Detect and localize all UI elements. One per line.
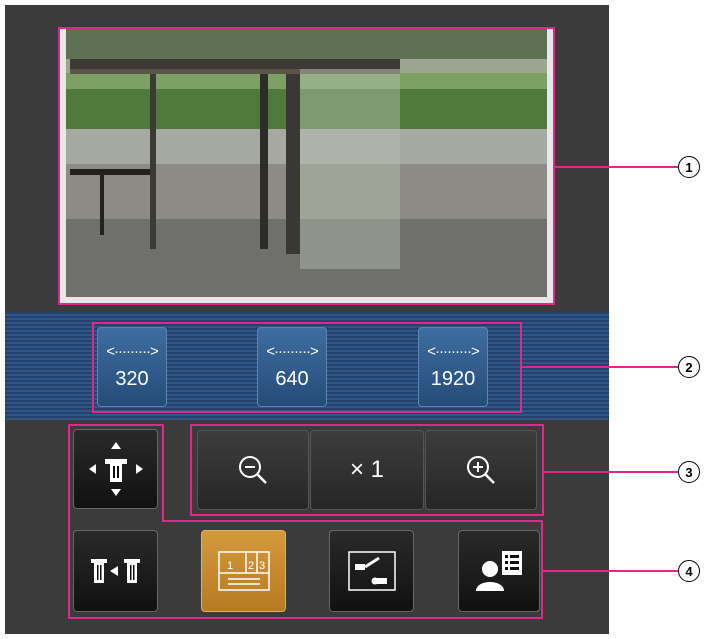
pan-tilt-control-icon xyxy=(88,442,143,496)
svg-text:1: 1 xyxy=(227,560,233,572)
width-arrow-icon: <·········> xyxy=(106,343,158,360)
callout-3: 3 xyxy=(678,461,700,483)
resolution-label: 640 xyxy=(275,368,309,390)
live-image xyxy=(58,27,555,305)
resolution-label: 1920 xyxy=(430,368,476,390)
resolution-label: 320 xyxy=(115,368,149,390)
camera-switch-button[interactable] xyxy=(73,530,158,612)
multi-screen-button[interactable]: 1 2 3 xyxy=(201,530,286,612)
multi-screen-icon: 1 2 3 xyxy=(217,551,270,591)
callout-line-4 xyxy=(543,570,678,572)
user-list-icon xyxy=(476,551,522,591)
callout-line-1 xyxy=(555,166,678,168)
svg-text:2: 2 xyxy=(248,560,254,572)
callout-1: 1 xyxy=(678,156,700,178)
pan-tilt-button[interactable] xyxy=(73,429,158,509)
callout-line-3 xyxy=(544,471,678,473)
width-arrow-icon: <·········> xyxy=(266,343,318,360)
width-arrow-icon: <·········> xyxy=(427,343,479,360)
callout-2: 2 xyxy=(678,356,700,378)
user-list-button[interactable] xyxy=(458,530,540,612)
preset-icon xyxy=(347,551,396,591)
svg-text:3: 3 xyxy=(259,560,265,572)
resolution-320-button[interactable]: <·········> 320 xyxy=(97,327,167,407)
controls-group-highlight-edge xyxy=(68,424,164,426)
controls-group-highlight-edge xyxy=(162,520,543,522)
preset-button[interactable] xyxy=(329,530,414,612)
callout-line-2 xyxy=(522,366,678,368)
camera-image xyxy=(60,29,553,303)
resolution-1920-button[interactable]: <·········> 1920 xyxy=(418,327,488,407)
controls-group-highlight-edge xyxy=(162,424,164,522)
callout-4: 4 xyxy=(678,560,700,582)
camera-switch-icon xyxy=(90,559,140,583)
resolution-640-button[interactable]: <·········> 640 xyxy=(257,327,327,407)
